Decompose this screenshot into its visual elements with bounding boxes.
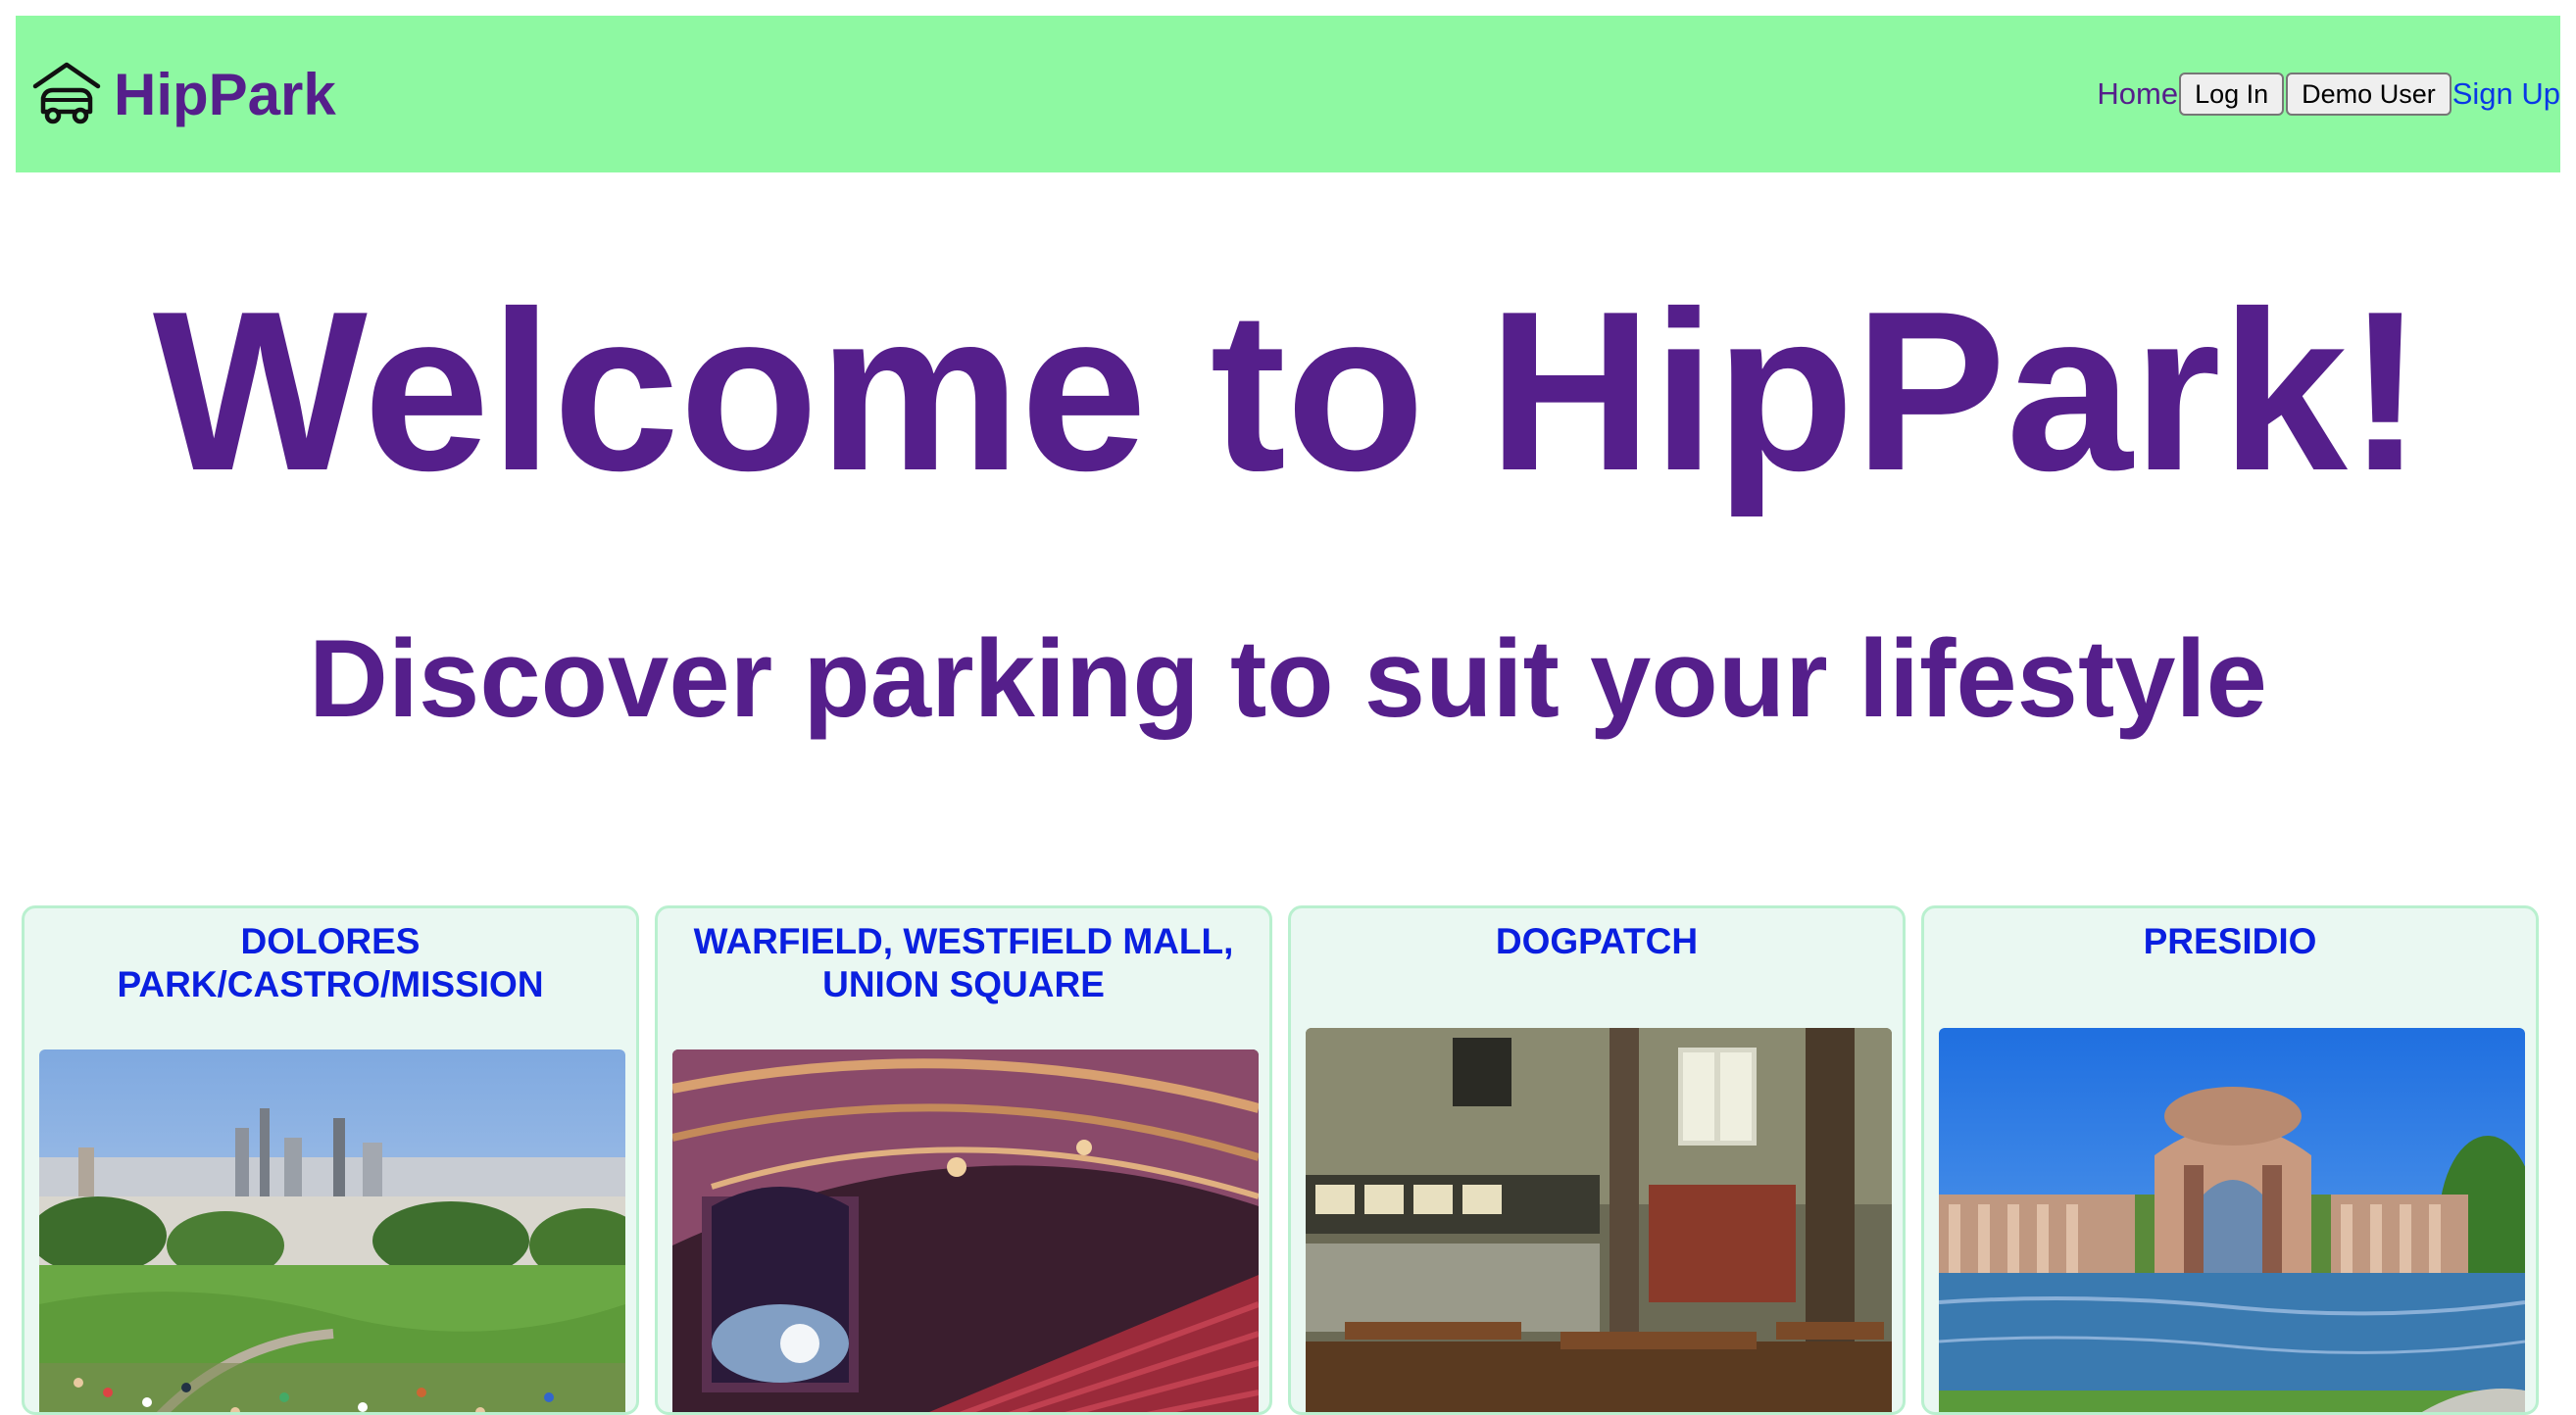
location-card-dolores[interactable]: DOLORES PARK/CASTRO/MISSION xyxy=(22,905,639,1415)
signup-link[interactable]: Sign Up xyxy=(2452,76,2560,112)
location-card-warfield[interactable]: WARFIELD, WESTFIELD MALL, UNION SQUARE xyxy=(655,905,1272,1415)
navbar: HipPark Home Log In Demo User Sign Up xyxy=(16,16,2560,172)
card-title: DOLORES PARK/CASTRO/MISSION xyxy=(117,921,544,1004)
nav-links: Home Log In Demo User Sign Up xyxy=(2097,73,2560,116)
brand[interactable]: HipPark xyxy=(29,57,336,131)
brand-name: HipPark xyxy=(114,61,336,127)
card-title: WARFIELD, WESTFIELD MALL, UNION SQUARE xyxy=(693,921,1234,1004)
location-card-presidio[interactable]: PRESIDIO xyxy=(1921,905,2539,1415)
hero-subtitle: Discover parking to suit your lifestyle xyxy=(309,617,2267,740)
login-button[interactable]: Log In xyxy=(2179,73,2285,116)
location-cards: DOLORES PARK/CASTRO/MISSION WARFIELD, WE… xyxy=(22,905,2545,1415)
hero-title: Welcome to HipPark! xyxy=(152,265,2424,518)
warfield-theater-photo[interactable] xyxy=(672,1049,1259,1412)
location-card-dogpatch[interactable]: DOGPATCH xyxy=(1288,905,1906,1415)
car-house-icon xyxy=(32,62,101,124)
card-title: PRESIDIO xyxy=(2143,921,2317,961)
home-link[interactable]: Home xyxy=(2097,76,2178,112)
dolores-park-photo[interactable] xyxy=(39,1049,625,1412)
palace-of-fine-arts-photo[interactable] xyxy=(1939,1028,2525,1412)
demo-user-button[interactable]: Demo User xyxy=(2286,73,2452,116)
dogpatch-restaurant-photo[interactable] xyxy=(1306,1028,1892,1412)
card-title: DOGPATCH xyxy=(1495,921,1699,961)
